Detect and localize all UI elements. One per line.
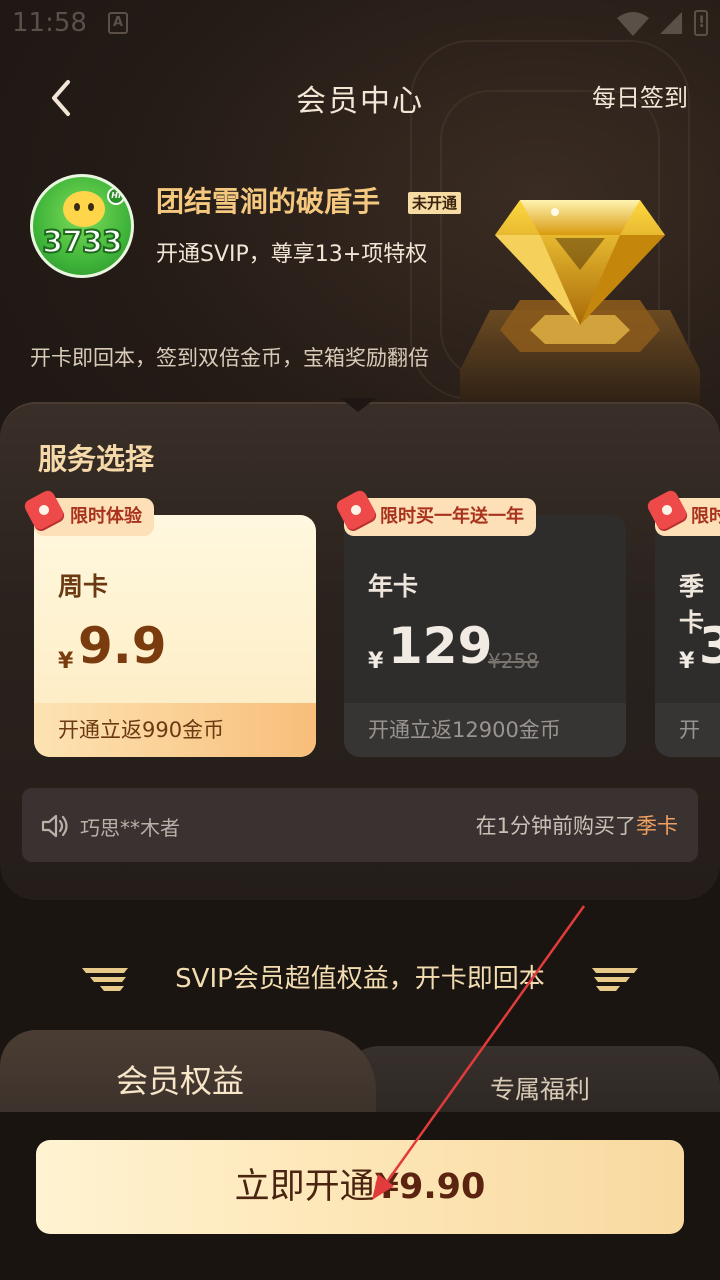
plan-rebate: 开通立返990金币 (34, 703, 316, 757)
status-bar: 11:58 A (0, 0, 720, 50)
notification-icon: A (108, 12, 128, 34)
tab-exclusive-benefits-label: 专属福利 (489, 1075, 590, 1104)
activate-now-button[interactable]: 立即开通¥9.90 (36, 1140, 684, 1234)
battery-icon (694, 10, 708, 36)
plan-card-quarterly[interactable]: 季卡 ¥ 3 开通 (655, 515, 720, 757)
promo-text: 开卡即回本，签到双倍金币，宝箱奖励翻倍 (30, 346, 429, 370)
activate-price: ¥9.90 (374, 1167, 486, 1207)
plan-original-price: ¥258 (488, 649, 539, 673)
plan-price: 129 (388, 617, 493, 675)
purchase-ticker: 巧思**木者 在1分钟前购买了季卡 (22, 788, 698, 862)
activate-label: 立即开通 (234, 1167, 375, 1207)
ticker-message-prefix: 在1分钟前购买了 (475, 814, 636, 838)
membership-subtitle: 开通SVIP，尊享13+项特权 (156, 242, 428, 267)
panel-notch (340, 398, 376, 412)
ticker-product: 季卡 (636, 814, 678, 838)
plan-rebate: 开通立返12900金币 (344, 703, 626, 757)
plan-price: 3 (699, 617, 720, 675)
plan-tag-label: 限时 (691, 506, 720, 527)
tab-member-benefits-label: 会员权益 (115, 1062, 244, 1100)
wing-right-icon (592, 968, 638, 991)
plan-card-yearly[interactable]: 年卡 ¥ 129 ¥258 开通立返12900金币 (344, 515, 626, 757)
avatar-badge: Hi (107, 187, 125, 205)
username: 团结雪涧的破盾手 (156, 185, 381, 218)
plan-tag-label: 限时体验 (70, 506, 142, 527)
speaker-icon (41, 814, 68, 838)
ticker-username: 巧思**木者 (80, 816, 180, 840)
avatar-mascot (63, 191, 105, 227)
service-section-title: 服务选择 (38, 442, 155, 476)
avatar[interactable]: Hi 3733 (30, 174, 134, 278)
avatar-logo-text: 3733 (41, 224, 124, 261)
plan-currency: ¥ (679, 649, 695, 674)
ticker-message: 在1分钟前购买了季卡 (476, 810, 678, 840)
plan-currency: ¥ (58, 649, 74, 674)
daily-checkin-link[interactable]: 每日签到 (592, 78, 688, 113)
plan-name: 周卡 (58, 572, 109, 601)
plan-name: 年卡 (368, 572, 419, 601)
plan-currency: ¥ (368, 649, 384, 674)
membership-status-badge: 未开通 (408, 192, 462, 214)
plan-price: 9.9 (78, 617, 167, 675)
wifi-icon (617, 12, 649, 36)
plan-tag-label: 限时买一年送一年 (380, 506, 524, 527)
status-time: 11:58 (12, 8, 87, 38)
plan-rebate: 开通 (655, 703, 720, 757)
signal-icon (660, 12, 682, 34)
plan-card-weekly[interactable]: 周卡 ¥ 9.9 开通立返990金币 (34, 515, 316, 757)
diamond-illustration (460, 200, 700, 410)
